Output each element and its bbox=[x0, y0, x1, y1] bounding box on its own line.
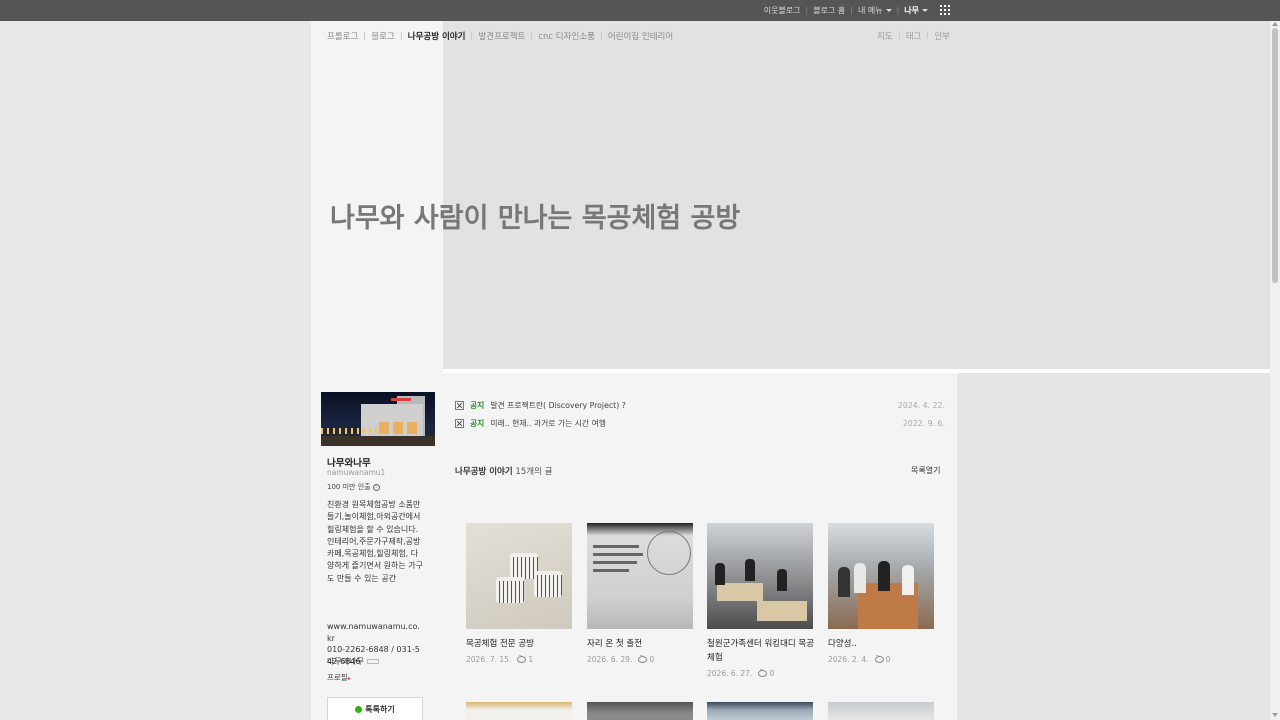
list-open-button[interactable]: 목록열기 bbox=[911, 465, 940, 476]
category-kindergarten-interior[interactable]: 어린이집 인테리어 bbox=[608, 30, 673, 42]
category-menu: 프롤로그 블로그 나무공방 이야기 발견프로젝트 cnc 디자인소품 어린이집 … bbox=[327, 30, 673, 42]
comment-icon bbox=[874, 653, 884, 663]
post-thumbnail[interactable] bbox=[828, 523, 934, 629]
post-count: 15개의 글 bbox=[515, 467, 553, 477]
apps-grid-icon[interactable] bbox=[940, 5, 950, 15]
separator bbox=[600, 32, 602, 40]
notice-date: 2024. 4. 22. bbox=[897, 400, 945, 410]
visitor-count-text: 100 미만 인출 bbox=[327, 483, 371, 491]
notice-icon bbox=[455, 418, 464, 428]
post-thumbnail[interactable] bbox=[707, 702, 813, 720]
post-meta: 2026. 2. 4. 0 bbox=[828, 653, 891, 664]
notice-title[interactable]: 발견 프로젝트란( Discovery Project) ? bbox=[490, 400, 898, 411]
profile-nickname-text: 나무와나무 bbox=[327, 657, 364, 666]
my-menu-dropdown[interactable]: 내 메뉴 bbox=[858, 5, 892, 16]
utility-menu: 지도 태그 안부 bbox=[877, 30, 950, 42]
right-lower-pane bbox=[957, 373, 1270, 720]
visitor-count: 100 미만 인출 i bbox=[327, 482, 380, 492]
notice-tag: 공지 bbox=[470, 418, 485, 428]
separator: | bbox=[805, 6, 809, 15]
separator bbox=[400, 32, 402, 40]
post-thumbnail[interactable] bbox=[707, 523, 813, 629]
separator bbox=[898, 31, 900, 39]
map-link[interactable]: 지도 bbox=[877, 30, 893, 42]
notice-row[interactable]: 공지 발견 프로젝트란( Discovery Project) ? 2024. … bbox=[455, 398, 945, 412]
post-meta: 2026. 7. 15. 1 bbox=[466, 653, 533, 664]
sidebar-pane bbox=[311, 21, 443, 720]
post-thumbnail[interactable] bbox=[828, 702, 934, 720]
profile-image[interactable] bbox=[321, 392, 435, 446]
category-cnc-design[interactable]: cnc 디자인소품 bbox=[538, 30, 595, 42]
post-thumbnail[interactable] bbox=[466, 702, 572, 720]
post-date: 2026. 2. 4. bbox=[828, 655, 869, 664]
comment-count[interactable]: 0 bbox=[886, 655, 891, 664]
blog-home-link[interactable]: 블로그 홈 bbox=[813, 5, 845, 16]
my-menu-label: 내 메뉴 bbox=[857, 6, 883, 15]
separator: | bbox=[896, 6, 900, 15]
chevron-down-icon bbox=[922, 9, 928, 12]
profile-nickname-repeat: 나무와나무 bbox=[327, 656, 379, 667]
comment-count[interactable]: 1 bbox=[528, 655, 533, 664]
global-nav-menu: 이웃블로그 | 블로그 홈 | 내 메뉴 | 나무 bbox=[764, 0, 928, 21]
neighbor-blog-link[interactable]: 이웃블로그 bbox=[764, 5, 801, 16]
comment-icon bbox=[758, 667, 768, 677]
notice-row[interactable]: 공지 미래.. 현재.. 과거로 가는 시간 여행 2022. 9. 6. bbox=[455, 416, 945, 430]
scroll-down-arrow-icon[interactable] bbox=[1272, 713, 1278, 717]
global-nav-bar bbox=[0, 0, 1280, 21]
post-list-category: 나무공방 이야기 bbox=[455, 467, 513, 477]
blog-title[interactable]: 나무와 사람이 만나는 목공체험 공방 bbox=[330, 196, 740, 235]
profile-nickname: 나무와나무 bbox=[327, 458, 371, 469]
guestbook-link[interactable]: 안부 bbox=[934, 30, 950, 42]
scroll-up-arrow-icon[interactable] bbox=[1272, 22, 1278, 26]
badge-icon bbox=[366, 659, 379, 664]
profile-blog-id: namuwanamu1 bbox=[327, 468, 386, 477]
separator bbox=[471, 32, 473, 40]
post-date: 2026. 7. 15. bbox=[466, 655, 512, 664]
post-title[interactable]: 철원군가족센터 워킹대디 목공체험 bbox=[707, 637, 817, 665]
profile-intro: 친환경 원목체험공방 소품만들기,놀이체험,아외공간에서 힐링체험을 할 수 있… bbox=[327, 500, 423, 583]
post-thumbnail[interactable] bbox=[587, 523, 693, 629]
comment-icon bbox=[517, 653, 527, 663]
post-title[interactable]: 다양성.. bbox=[828, 637, 938, 651]
post-list-header: 나무공방 이야기 15개의 글 bbox=[455, 465, 552, 477]
category-namu-story[interactable]: 나무공방 이야기 bbox=[408, 30, 466, 42]
user-menu-dropdown[interactable]: 나무 bbox=[904, 5, 928, 16]
chat-bubble-icon bbox=[355, 705, 363, 713]
post-meta: 2026. 6. 29. 0 bbox=[587, 653, 654, 664]
category-prologue[interactable]: 프롤로그 bbox=[327, 30, 358, 42]
post-title[interactable]: 자리 온 첫 출전 bbox=[587, 637, 697, 651]
comment-icon bbox=[638, 653, 648, 663]
comment-count[interactable]: 0 bbox=[769, 669, 774, 678]
post-thumbnail[interactable] bbox=[466, 523, 572, 629]
tag-link[interactable]: 태그 bbox=[906, 30, 922, 42]
post-date: 2026. 6. 29. bbox=[587, 655, 633, 664]
talk-button[interactable]: 톡톡하기 bbox=[327, 697, 423, 720]
chevron-down-icon bbox=[885, 9, 892, 12]
separator bbox=[364, 32, 366, 40]
category-discovery-project[interactable]: 발견프로젝트 bbox=[478, 30, 525, 42]
profile-link-label: 프로필 bbox=[327, 673, 348, 682]
post-title[interactable]: 목공체험 전문 공방 bbox=[466, 637, 576, 651]
user-name: 나무 bbox=[904, 6, 919, 15]
post-thumbnail[interactable] bbox=[587, 702, 693, 720]
scrollbar-thumb[interactable] bbox=[1272, 28, 1278, 283]
post-date: 2026. 6. 27. bbox=[707, 669, 753, 678]
notice-tag: 공지 bbox=[470, 400, 485, 410]
category-blog[interactable]: 블로그 bbox=[371, 30, 394, 42]
post-meta: 2026. 6. 27. 0 bbox=[707, 667, 774, 678]
arrow-right-icon: ▸ bbox=[347, 675, 351, 682]
separator bbox=[927, 31, 929, 39]
comment-count[interactable]: 0 bbox=[649, 655, 654, 664]
separator: | bbox=[850, 6, 853, 15]
notice-date: 2022. 9. 6. bbox=[902, 418, 945, 428]
notice-title[interactable]: 미래.. 현재.. 과거로 가는 시간 여행 bbox=[490, 418, 902, 429]
notice-icon bbox=[455, 400, 464, 410]
profile-link[interactable]: 프로필▸ bbox=[327, 672, 351, 683]
profile-website[interactable]: www.namuwanamu.co.kr bbox=[327, 621, 424, 644]
separator bbox=[531, 32, 533, 40]
info-icon[interactable]: i bbox=[372, 483, 380, 491]
talk-button-label: 톡톡하기 bbox=[365, 704, 395, 714]
